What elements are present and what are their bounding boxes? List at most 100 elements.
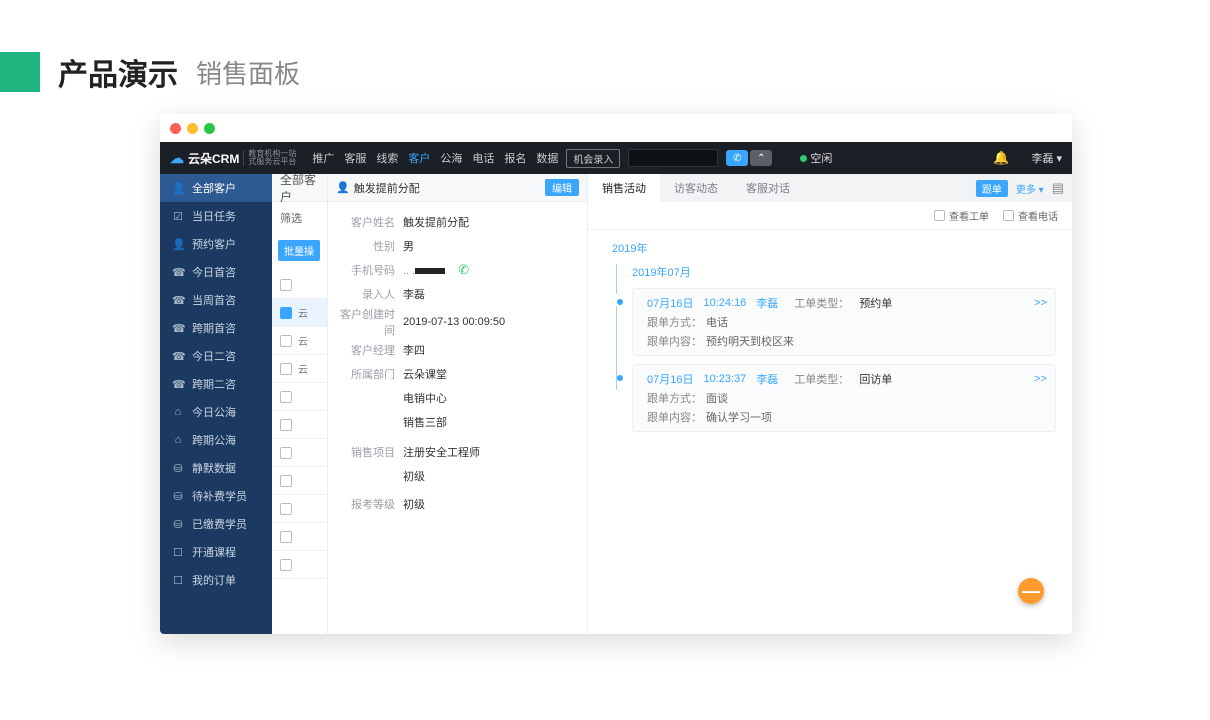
row-text: 云 xyxy=(298,361,308,376)
tl-user: 李磊 xyxy=(756,295,778,311)
row-checkbox[interactable] xyxy=(280,335,292,347)
sidebar-item-label: 今日公海 xyxy=(192,404,236,420)
edit-button[interactable]: 编辑 xyxy=(545,179,579,196)
tl-expand[interactable]: >> xyxy=(1034,297,1047,309)
row-checkbox[interactable] xyxy=(280,503,292,515)
sidebar-item-我的订单[interactable]: ☐我的订单 xyxy=(160,566,272,594)
sidebar-item-预约客户[interactable]: 👤预约客户 xyxy=(160,230,272,258)
list-row[interactable] xyxy=(272,439,327,467)
close-dot[interactable] xyxy=(170,123,181,134)
detail-title: 触发提前分配 xyxy=(354,180,420,196)
row-checkbox[interactable] xyxy=(280,447,292,459)
app-window: ☁ 云朵CRM 教育机构一站 式服务云平台 推广客服线索客户公海电话报名数据 机… xyxy=(160,114,1072,634)
more-menu[interactable]: 更多 ▾ xyxy=(1016,181,1044,196)
list-row[interactable] xyxy=(272,467,327,495)
person-icon: 👤 xyxy=(336,181,350,194)
nav-线索[interactable]: 线索 xyxy=(376,150,398,166)
nav-公海[interactable]: 公海 xyxy=(440,150,462,166)
list-row[interactable] xyxy=(272,551,327,579)
search-input[interactable] xyxy=(628,149,718,167)
user-menu[interactable]: 李磊 ▾ xyxy=(1031,150,1062,166)
row-checkbox[interactable] xyxy=(280,559,292,571)
opportunity-button[interactable]: 机会录入 xyxy=(566,149,620,168)
row-checkbox[interactable] xyxy=(280,391,292,403)
row-checkbox[interactable] xyxy=(280,279,292,291)
activity-tab-客服对话[interactable]: 客服对话 xyxy=(732,174,804,202)
maximize-dot[interactable] xyxy=(204,123,215,134)
tl-date: 07月16日 xyxy=(647,295,693,311)
dial-icon[interactable]: ✆ xyxy=(458,262,469,277)
nav-客户[interactable]: 客户 xyxy=(408,150,430,166)
sidebar-item-待补费学员[interactable]: ⛁待补费学员 xyxy=(160,482,272,510)
sidebar-item-全部客户[interactable]: 👤全部客户 xyxy=(160,174,272,202)
minimize-dot[interactable] xyxy=(187,123,198,134)
sidebar-item-跨期公海[interactable]: ⌂跨期公海 xyxy=(160,426,272,454)
sidebar-item-label: 当日任务 xyxy=(192,208,236,224)
row-checkbox[interactable] xyxy=(280,531,292,543)
sidebar-item-当周首咨[interactable]: ☎当周首咨 xyxy=(160,286,272,314)
bell-icon[interactable]: 🔔 xyxy=(993,150,1009,166)
sidebar-item-今日首咨[interactable]: ☎今日首咨 xyxy=(160,258,272,286)
tl-expand[interactable]: >> xyxy=(1034,373,1047,385)
sidebar-item-当日任务[interactable]: ☑当日任务 xyxy=(160,202,272,230)
timeline-month: 2019年07月 xyxy=(632,264,1056,280)
sidebar-icon: 👤 xyxy=(172,182,184,195)
sidebar-item-已缴费学员[interactable]: ⛁已缴费学员 xyxy=(160,510,272,538)
list-row[interactable] xyxy=(272,523,327,551)
timeline-year: 2019年 xyxy=(612,240,1056,256)
filter-call-checkbox[interactable]: 查看电话 xyxy=(1003,208,1058,223)
row-checkbox[interactable] xyxy=(280,307,292,319)
list-row[interactable]: 云 xyxy=(272,327,327,355)
sidebar-item-今日二咨[interactable]: ☎今日二咨 xyxy=(160,342,272,370)
list-row[interactable] xyxy=(272,383,327,411)
value-created: 2019-07-13 00:09:50 xyxy=(403,316,505,328)
sidebar-item-开通课程[interactable]: ☐开通课程 xyxy=(160,538,272,566)
nav-报名[interactable]: 报名 xyxy=(504,150,526,166)
detail-body: 客户姓名触发提前分配 性别男 手机号码 .. . ✆ 录入人李磊 客户创建时间2… xyxy=(328,202,587,520)
nav-推广[interactable]: 推广 xyxy=(312,150,334,166)
nav-数据[interactable]: 数据 xyxy=(536,150,558,166)
row-checkbox[interactable] xyxy=(280,363,292,375)
activity-tab-访客动态[interactable]: 访客动态 xyxy=(660,174,732,202)
sidebar-icon: ⌂ xyxy=(172,434,184,446)
filter-ticket-checkbox[interactable]: 查看工单 xyxy=(934,208,989,223)
activity-tab-销售活动[interactable]: 销售活动 xyxy=(588,174,660,202)
sidebar-item-跨期首咨[interactable]: ☎跨期首咨 xyxy=(160,314,272,342)
dial-button[interactable]: ✆ xyxy=(726,150,748,166)
label-name: 客户姓名 xyxy=(338,214,403,230)
sidebar-item-label: 当周首咨 xyxy=(192,292,236,308)
sidebar-icon: ⛁ xyxy=(172,490,184,503)
nav-客服[interactable]: 客服 xyxy=(344,150,366,166)
tl-time: 10:23:37 xyxy=(703,373,746,385)
sidebar-item-label: 开通课程 xyxy=(192,544,236,560)
page-title: 产品演示 xyxy=(58,50,178,94)
list-row[interactable]: 云 xyxy=(272,355,327,383)
follow-up-button[interactable]: 跟单 xyxy=(976,180,1008,197)
checkbox-icon xyxy=(934,210,945,221)
list-row[interactable]: 云 xyxy=(272,299,327,327)
batch-button[interactable]: 批量操 xyxy=(278,240,320,261)
fab-button[interactable]: — xyxy=(1018,578,1044,604)
agent-status[interactable]: 空闲 xyxy=(800,150,832,166)
sidebar-item-静默数据[interactable]: ⛁静默数据 xyxy=(160,454,272,482)
list-filter-row: 筛选 xyxy=(272,202,327,234)
row-checkbox[interactable] xyxy=(280,419,292,431)
label-gender: 性别 xyxy=(338,238,403,254)
nav-电话[interactable]: 电话 xyxy=(472,150,494,166)
panel-toggle-icon[interactable]: ▤ xyxy=(1052,180,1064,196)
hangup-button[interactable]: ⌃ xyxy=(750,150,772,166)
list-row[interactable] xyxy=(272,271,327,299)
activity-filters: 查看工单 查看电话 xyxy=(588,202,1072,230)
status-text: 空闲 xyxy=(810,150,832,166)
sidebar-item-今日公海[interactable]: ⌂今日公海 xyxy=(160,398,272,426)
sidebar-icon: ☎ xyxy=(172,322,184,335)
sidebar-item-跨期二咨[interactable]: ☎跨期二咨 xyxy=(160,370,272,398)
label-project: 销售项目 xyxy=(338,444,403,460)
timeline-item[interactable]: 07月16日10:23:37李磊工单类型：回访单>>跟单方式：面谈跟单内容：确认… xyxy=(632,364,1056,432)
value-dept3: 销售三部 xyxy=(403,414,447,430)
timeline-item[interactable]: 07月16日10:24:16李磊工单类型：预约单>>跟单方式：电话跟单内容：预约… xyxy=(632,288,1056,356)
list-row[interactable] xyxy=(272,411,327,439)
sidebar-item-label: 跨期二咨 xyxy=(192,376,236,392)
list-row[interactable] xyxy=(272,495,327,523)
row-checkbox[interactable] xyxy=(280,475,292,487)
